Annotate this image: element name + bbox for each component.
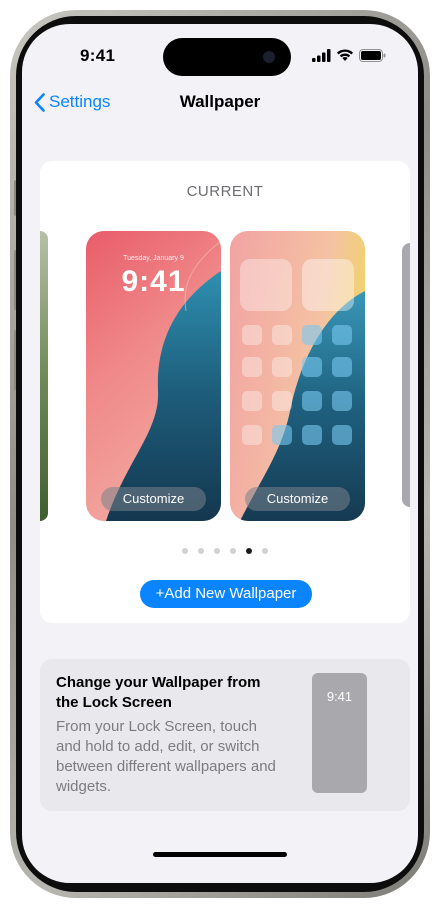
tip-card: Change your Wallpaper from the Lock Scre… xyxy=(40,659,410,811)
page-indicator[interactable] xyxy=(40,548,410,554)
status-time: 9:41 xyxy=(80,46,116,65)
battery-icon xyxy=(359,49,386,62)
next-wallpaper-peek[interactable] xyxy=(402,243,410,507)
app-icon-placeholder xyxy=(302,325,322,345)
app-icon-placeholder xyxy=(272,391,292,411)
page-dot xyxy=(230,548,236,554)
page-dot xyxy=(198,548,204,554)
customize-home-button[interactable]: Customize xyxy=(245,487,350,511)
page-dot xyxy=(262,548,268,554)
lock-date: Tuesday, January 9 xyxy=(123,255,184,262)
camera-icon xyxy=(263,51,275,63)
app-icon-placeholder xyxy=(242,325,262,345)
lock-screen-thumbnail: 9:41 xyxy=(312,673,367,793)
wallpaper-card: CURRENT Tuesday, January 9 9:41 Customiz… xyxy=(40,161,410,623)
screen: 9:41 Settings Wallpaper CURRENT Tuesday,… xyxy=(22,24,418,883)
page-title: Wallpaper xyxy=(179,92,261,111)
app-icon-placeholder xyxy=(272,357,292,377)
widget-placeholder xyxy=(240,259,292,311)
tip-title: Change your Wallpaper from the Lock Scre… xyxy=(56,674,261,711)
app-icon-placeholder xyxy=(332,425,352,445)
current-label: CURRENT xyxy=(186,183,264,200)
home-screen-preview[interactable]: Customize xyxy=(230,231,365,521)
wifi-icon xyxy=(337,49,353,61)
app-icon-placeholder xyxy=(272,425,292,445)
page-dot xyxy=(214,548,220,554)
thumbnail-time: 9:41 xyxy=(326,689,353,704)
tip-body: From your Lock Screen, touch and hold to… xyxy=(56,718,276,795)
app-icon-placeholder xyxy=(242,425,262,445)
customize-lock-button[interactable]: Customize xyxy=(101,487,206,511)
app-icon-placeholder xyxy=(242,391,262,411)
lock-screen-preview[interactable]: Tuesday, January 9 9:41 Customize xyxy=(86,231,221,521)
widget-placeholder xyxy=(302,259,354,311)
add-new-wallpaper-button[interactable]: +Add New Wallpaper xyxy=(140,580,312,608)
page-dot xyxy=(182,548,188,554)
home-indicator[interactable] xyxy=(153,852,287,857)
lock-time: 9:41 xyxy=(121,265,186,298)
app-icon-placeholder xyxy=(332,357,352,377)
app-icon-placeholder xyxy=(272,325,292,345)
page-dot-active xyxy=(246,548,252,554)
previous-wallpaper-peek[interactable] xyxy=(40,231,48,521)
app-icon-placeholder xyxy=(302,357,322,377)
app-icon-placeholder xyxy=(332,391,352,411)
dynamic-island xyxy=(163,38,291,76)
app-icon-placeholder xyxy=(242,357,262,377)
signal-icon xyxy=(312,49,331,62)
app-icon-placeholder xyxy=(302,391,322,411)
app-icon-placeholder xyxy=(332,325,352,345)
app-icon-placeholder xyxy=(302,425,322,445)
